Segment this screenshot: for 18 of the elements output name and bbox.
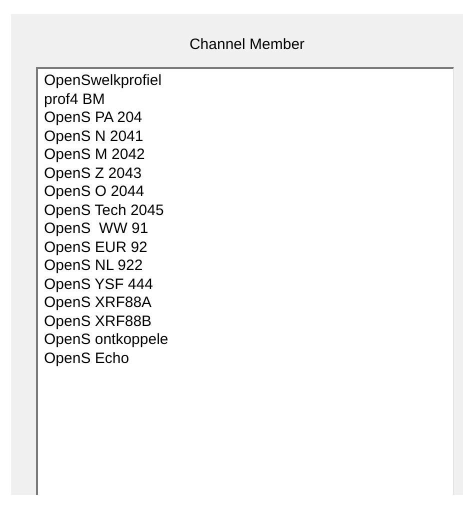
list-item[interactable]: OpenS O 2044	[44, 183, 144, 202]
list-item[interactable]: OpenS ontkoppele	[44, 331, 168, 350]
list-item[interactable]: OpenS Echo	[44, 350, 130, 368]
list-item[interactable]: OpenS PA 204	[44, 109, 142, 128]
list-item[interactable]: OpenS XRF88B	[44, 312, 152, 331]
list-item[interactable]: OpenSwelkprofiel	[44, 72, 162, 90]
list-item[interactable]: OpenS XRF88A	[44, 294, 152, 312]
list-item[interactable]: OpenS Tech 2045	[44, 202, 164, 220]
list-item[interactable]: OpenS YSF 444	[44, 276, 153, 294]
list-item[interactable]: OpenS N 2041	[44, 128, 144, 146]
list-item[interactable]: OpenS EUR 92	[44, 238, 148, 257]
list-item[interactable]: prof4 BM	[44, 90, 105, 109]
list-item[interactable]: OpenS M 2042	[44, 146, 145, 164]
list-item[interactable]: OpenS WW 91	[44, 220, 148, 238]
list-item[interactable]: OpenS Z 2043	[44, 164, 142, 183]
channel-member-list[interactable]	[36, 67, 454, 495]
list-item[interactable]: OpenS NL 922	[44, 257, 143, 276]
group-title: Channel Member	[188, 36, 306, 54]
